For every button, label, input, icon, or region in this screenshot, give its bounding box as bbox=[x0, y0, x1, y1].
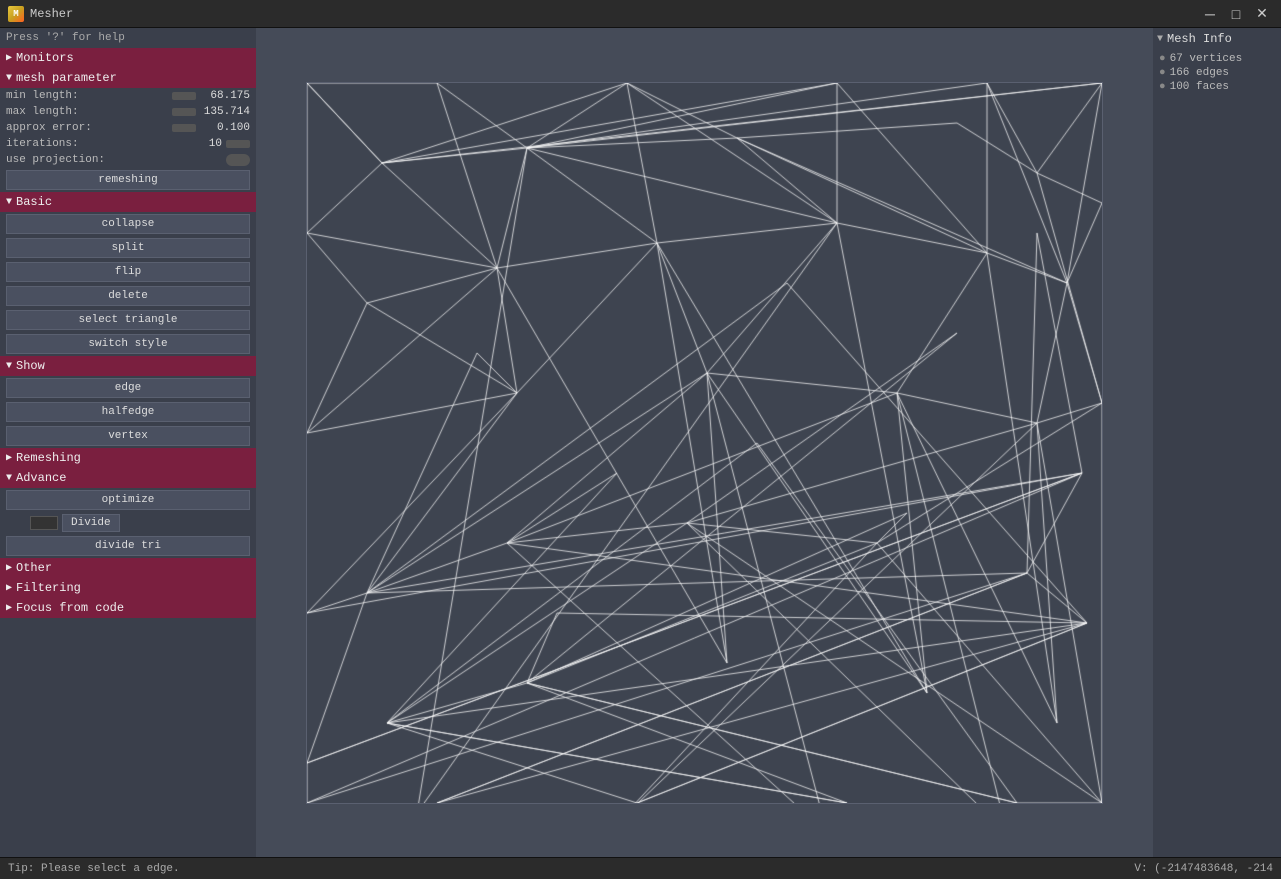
basic-section-header[interactable]: ▼ Basic bbox=[0, 192, 256, 212]
iterations-row: iterations: 10 bbox=[0, 136, 256, 152]
divide-input[interactable]: 48 bbox=[30, 516, 58, 530]
maximize-button[interactable]: □ bbox=[1225, 3, 1247, 25]
edge-button[interactable]: edge bbox=[6, 378, 250, 398]
vertices-bullet: ● bbox=[1159, 53, 1166, 65]
iterations-slider[interactable] bbox=[226, 140, 250, 148]
faces-bullet: ● bbox=[1159, 81, 1166, 93]
focus-from-code-section-header[interactable]: ▶ Focus from code bbox=[0, 598, 256, 618]
approx-error-row: approx error: 0.100 bbox=[0, 120, 256, 136]
divide-row: 48 Divide bbox=[0, 512, 256, 534]
mesh-info-arrow: ▼ bbox=[1157, 34, 1163, 45]
close-button[interactable]: ✕ bbox=[1251, 3, 1273, 25]
advance-arrow: ▼ bbox=[6, 473, 12, 484]
vertex-button[interactable]: vertex bbox=[6, 426, 250, 446]
filtering-label: Filtering bbox=[16, 581, 81, 595]
min-length-row: min length: 68.175 bbox=[0, 88, 256, 104]
mesh-info-header: ▼ Mesh Info bbox=[1157, 32, 1277, 46]
basic-label: Basic bbox=[16, 195, 52, 209]
flip-button[interactable]: flip bbox=[6, 262, 250, 282]
divide-button[interactable]: Divide bbox=[62, 514, 120, 532]
vertices-value: 67 vertices bbox=[1170, 53, 1243, 65]
mesh-info-title: Mesh Info bbox=[1167, 32, 1232, 46]
focus-from-code-arrow: ▶ bbox=[6, 602, 12, 614]
min-length-label: min length: bbox=[6, 90, 168, 102]
titlebar-left: M Mesher bbox=[8, 6, 73, 22]
mesh-parameter-section-header[interactable]: ▼ mesh parameter bbox=[0, 68, 256, 88]
divide-tri-button[interactable]: divide tri bbox=[6, 536, 250, 556]
statusbar: Tip: Please select a edge. V: (-21474836… bbox=[0, 857, 1281, 879]
advance-section-header[interactable]: ▼ Advance bbox=[0, 468, 256, 488]
minimize-button[interactable]: ─ bbox=[1199, 3, 1221, 25]
show-section-header[interactable]: ▼ Show bbox=[0, 356, 256, 376]
approx-error-label: approx error: bbox=[6, 122, 168, 134]
other-section-header[interactable]: ▶ Other bbox=[0, 558, 256, 578]
use-projection-row: use projection: bbox=[0, 152, 256, 168]
app-icon: M bbox=[8, 6, 24, 22]
iterations-label: iterations: bbox=[6, 138, 168, 150]
edges-value: 166 edges bbox=[1170, 67, 1229, 79]
app-title: Mesher bbox=[30, 7, 73, 21]
mesh-parameter-arrow: ▼ bbox=[6, 73, 12, 84]
max-length-value: 135.714 bbox=[200, 106, 250, 118]
titlebar: M Mesher ─ □ ✕ bbox=[0, 0, 1281, 28]
collapse-button[interactable]: collapse bbox=[6, 214, 250, 234]
left-panel: Press '?' for help ▶ Monitors ▼ mesh par… bbox=[0, 28, 256, 857]
canvas-area[interactable] bbox=[256, 28, 1153, 857]
mesh-canvas[interactable] bbox=[306, 82, 1103, 804]
remeshing-button[interactable]: remeshing bbox=[6, 170, 250, 190]
monitors-arrow: ▶ bbox=[6, 52, 12, 64]
select-triangle-button[interactable]: select triangle bbox=[6, 310, 250, 330]
min-length-slider[interactable] bbox=[172, 92, 196, 100]
delete-button[interactable]: delete bbox=[6, 286, 250, 306]
divide-slider[interactable] bbox=[6, 517, 26, 529]
switch-style-button[interactable]: switch style bbox=[6, 334, 250, 354]
edges-bullet: ● bbox=[1159, 67, 1166, 79]
edges-stat: ● 166 edges bbox=[1157, 66, 1277, 80]
main-row: Press '?' for help ▶ Monitors ▼ mesh par… bbox=[0, 28, 1281, 857]
other-label: Other bbox=[16, 561, 52, 575]
use-projection-checkbox[interactable] bbox=[226, 154, 250, 166]
help-text: Press '?' for help bbox=[0, 28, 256, 48]
basic-arrow: ▼ bbox=[6, 197, 12, 208]
use-projection-label: use projection: bbox=[6, 154, 222, 166]
other-arrow: ▶ bbox=[6, 562, 12, 574]
status-coords: V: (-2147483648, -214 bbox=[1134, 863, 1273, 875]
remeshing-label: Remeshing bbox=[16, 451, 81, 465]
right-panel: ▼ Mesh Info ● 67 vertices ● 166 edges ● … bbox=[1153, 28, 1281, 857]
titlebar-controls: ─ □ ✕ bbox=[1199, 3, 1273, 25]
show-label: Show bbox=[16, 359, 45, 373]
status-tip: Tip: Please select a edge. bbox=[8, 863, 180, 875]
filtering-arrow: ▶ bbox=[6, 582, 12, 594]
max-length-row: max length: 135.714 bbox=[0, 104, 256, 120]
max-length-label: max length: bbox=[6, 106, 168, 118]
filtering-section-header[interactable]: ▶ Filtering bbox=[0, 578, 256, 598]
optimize-button[interactable]: optimize bbox=[6, 490, 250, 510]
faces-stat: ● 100 faces bbox=[1157, 80, 1277, 94]
min-length-value: 68.175 bbox=[200, 90, 250, 102]
show-arrow: ▼ bbox=[6, 361, 12, 372]
max-length-slider[interactable] bbox=[172, 108, 196, 116]
halfedge-button[interactable]: halfedge bbox=[6, 402, 250, 422]
vertices-stat: ● 67 vertices bbox=[1157, 52, 1277, 66]
remeshing-arrow: ▶ bbox=[6, 452, 12, 464]
faces-value: 100 faces bbox=[1170, 81, 1229, 93]
monitors-section-header[interactable]: ▶ Monitors bbox=[0, 48, 256, 68]
approx-error-value: 0.100 bbox=[200, 122, 250, 134]
split-button[interactable]: split bbox=[6, 238, 250, 258]
remeshing-section-header[interactable]: ▶ Remeshing bbox=[0, 448, 256, 468]
approx-error-slider[interactable] bbox=[172, 124, 196, 132]
monitors-label: Monitors bbox=[16, 51, 74, 65]
mesh-parameter-label: mesh parameter bbox=[16, 71, 117, 85]
advance-label: Advance bbox=[16, 471, 66, 485]
iterations-value: 10 bbox=[172, 138, 222, 150]
focus-from-code-label: Focus from code bbox=[16, 601, 124, 615]
